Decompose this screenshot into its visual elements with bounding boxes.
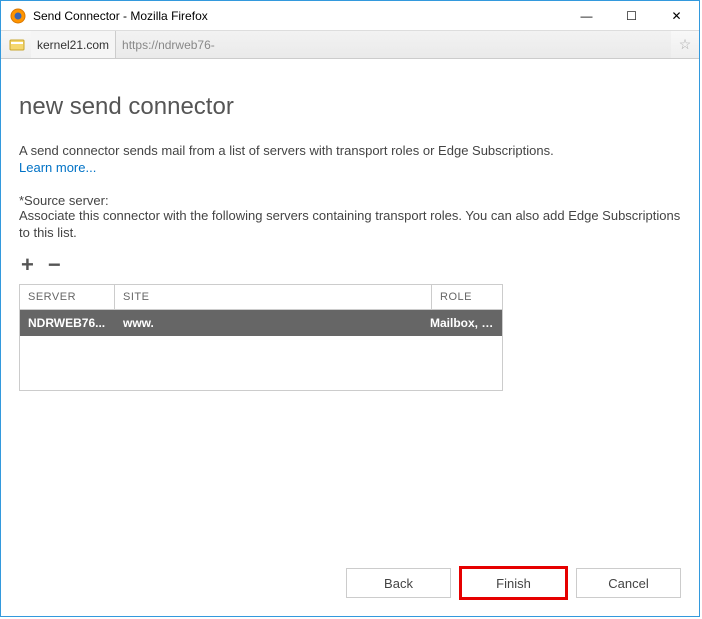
table-body: NDRWEB76... www. Mailbox, Cl... [20,310,502,390]
page-content: new send connector A send connector send… [1,59,699,391]
site-icon [7,35,27,55]
site-label[interactable]: kernel21.com [31,31,116,58]
learn-more-link[interactable]: Learn more... [19,160,681,175]
table-header: SERVER SITE ROLE [20,285,502,310]
titlebar: Send Connector - Mozilla Firefox — ☐ ✕ [1,1,699,31]
minimize-button[interactable]: — [564,1,609,30]
cell-server: NDRWEB76... [20,310,115,336]
add-button[interactable]: + [19,254,36,276]
col-role[interactable]: ROLE [432,285,502,309]
cell-site: www. [115,310,422,336]
col-site[interactable]: SITE [115,285,432,309]
window-controls: — ☐ ✕ [564,1,699,30]
finish-button[interactable]: Finish [461,568,566,598]
table-toolbar: + − [19,254,681,276]
wizard-buttons: Back Finish Cancel [346,568,681,598]
table-row[interactable]: NDRWEB76... www. Mailbox, Cl... [20,310,502,336]
server-table: SERVER SITE ROLE NDRWEB76... www. Mailbo… [19,284,503,391]
address-bar: kernel21.com https://ndrweb76- ☆ [1,31,699,59]
page-title: new send connector [19,93,681,121]
back-button[interactable]: Back [346,568,451,598]
firefox-icon [9,7,27,25]
col-server[interactable]: SERVER [20,285,115,309]
source-server-desc: Associate this connector with the follow… [19,208,681,242]
cancel-button[interactable]: Cancel [576,568,681,598]
page-description: A send connector sends mail from a list … [19,143,681,160]
browser-window: Send Connector - Mozilla Firefox — ☐ ✕ k… [0,0,700,617]
close-button[interactable]: ✕ [654,1,699,30]
cell-role: Mailbox, Cl... [422,310,502,336]
bookmark-star-icon[interactable]: ☆ [671,36,699,53]
url-text[interactable]: https://ndrweb76- [116,31,671,58]
maximize-button[interactable]: ☐ [609,1,654,30]
remove-button[interactable]: − [46,254,63,276]
window-title: Send Connector - Mozilla Firefox [33,9,564,23]
source-server-label: *Source server: [19,193,681,208]
